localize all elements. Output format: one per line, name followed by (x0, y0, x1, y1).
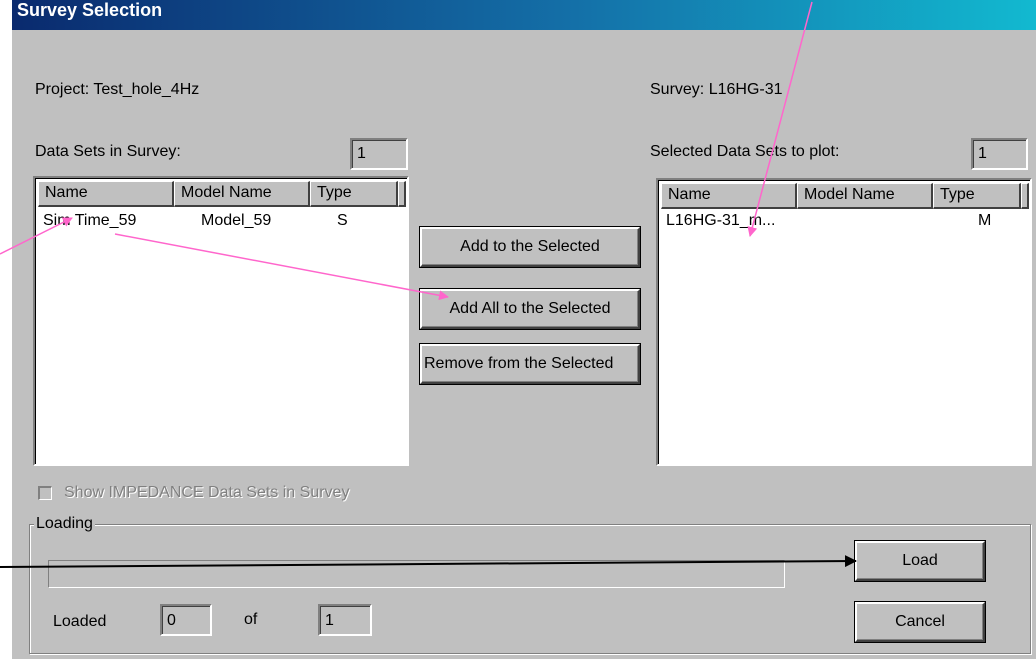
column-header-model-name[interactable]: Model Name (174, 181, 310, 207)
row-name: Sim Time_59 (43, 212, 137, 229)
total-count-field: 1 (318, 604, 372, 636)
row-type: S (337, 212, 348, 229)
load-button[interactable]: Load (855, 541, 985, 581)
row-model-name: Model_59 (201, 212, 272, 229)
window-title: Survey Selection (17, 0, 163, 20)
project-label: Project: Test_hole_4Hz (35, 81, 200, 98)
column-header-name[interactable]: Name (38, 181, 174, 207)
title-bar[interactable]: Survey Selection (12, 0, 1036, 30)
column-header-type[interactable]: Type (933, 183, 1021, 209)
row-type: M (978, 212, 992, 229)
survey-count-field: 1 (350, 138, 408, 170)
add-to-selected-button[interactable]: Add to the Selected (420, 227, 640, 267)
loading-group-label: Loading (34, 514, 95, 534)
selected-count-field: 1 (971, 138, 1028, 170)
checkbox-box[interactable] (38, 486, 52, 500)
of-label: of (244, 611, 258, 628)
column-header-name[interactable]: Name (661, 183, 797, 209)
column-header-filler (1021, 183, 1029, 209)
column-header-type[interactable]: Type (310, 181, 398, 207)
selected-data-sets-list[interactable]: Name Model Name Type L16HG-31_m... M (656, 178, 1032, 466)
column-header-model-name[interactable]: Model Name (797, 183, 933, 209)
loaded-label: Loaded (53, 613, 107, 630)
column-header-filler (398, 181, 406, 207)
show-impedance-label: Show IMPEDANCE Data Sets in Survey (64, 484, 350, 501)
loading-progress-bar (48, 560, 785, 588)
remove-from-selected-button[interactable]: Remove from the Selected (420, 344, 640, 384)
data-sets-in-survey-list[interactable]: Name Model Name Type Sim Time_59 Model_5… (33, 176, 409, 466)
data-sets-in-survey-label: Data Sets in Survey: (35, 143, 181, 160)
loaded-count-field: 0 (160, 604, 212, 636)
survey-label: Survey: L16HG-31 (650, 81, 783, 98)
cancel-button[interactable]: Cancel (855, 602, 985, 642)
row-name: L16HG-31_m... (666, 212, 776, 229)
selected-data-sets-label: Selected Data Sets to plot: (650, 143, 840, 160)
add-all-to-selected-button[interactable]: Add All to the Selected (420, 289, 640, 329)
